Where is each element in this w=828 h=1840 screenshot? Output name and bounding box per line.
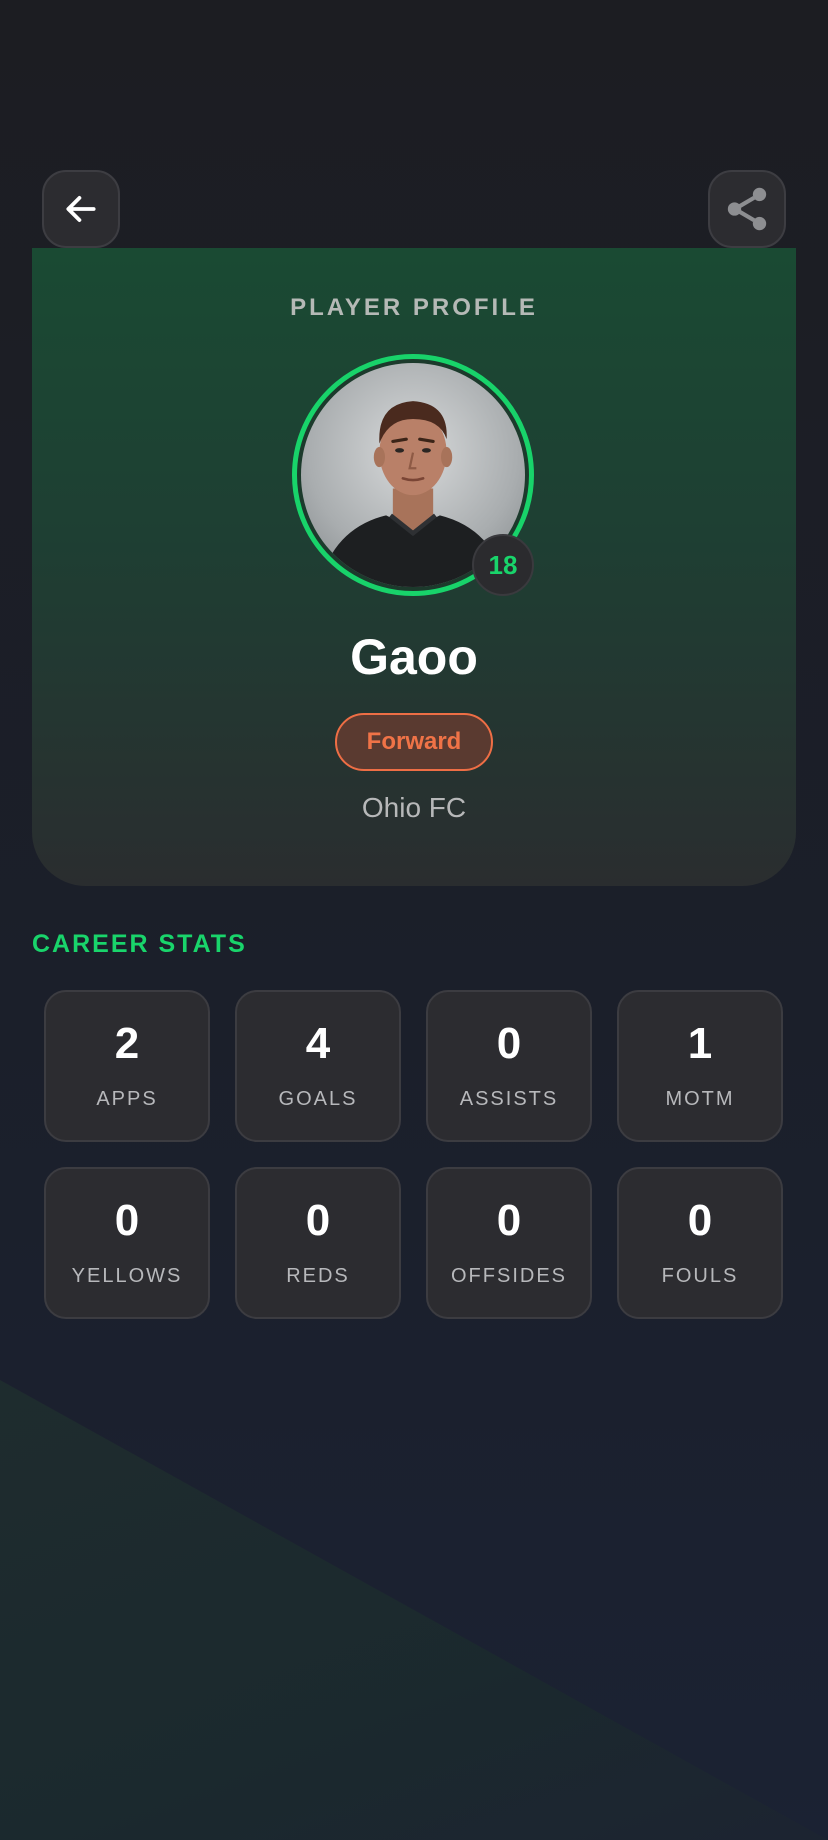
arrow-left-icon: [66, 196, 96, 222]
jersey-number-badge: 18: [472, 534, 534, 596]
stat-label: ASSISTS: [459, 1087, 559, 1110]
club-name: Ohio FC: [361, 792, 467, 823]
stat-label: MOTM: [665, 1087, 735, 1110]
stat-card-offsides: 0 OFFSIDES: [426, 1167, 592, 1319]
share-button[interactable]: [708, 170, 786, 248]
stat-card-assists: 0 ASSISTS: [426, 990, 592, 1142]
stat-value: 0: [305, 1195, 331, 1245]
profile-label: PLAYER PROFILE: [290, 294, 538, 321]
stat-value: 1: [687, 1018, 713, 1068]
stat-value: 0: [496, 1018, 522, 1068]
career-stats-title: CAREER STATS: [32, 930, 247, 958]
background-decoration: [0, 1380, 828, 1840]
stat-label: GOALS: [278, 1087, 358, 1110]
player-name: Gaoo: [350, 629, 478, 685]
position-badge: Forward: [335, 713, 493, 771]
stat-value: 0: [114, 1195, 140, 1245]
stat-card-motm: 1 MOTM: [617, 990, 783, 1142]
player-profile-card: PLAYER PROFILE 18 Gaoo Forward Ohio FC: [32, 248, 796, 886]
stat-card-goals: 4 GOALS: [235, 990, 401, 1142]
stat-value: 4: [305, 1018, 331, 1068]
stat-card-reds: 0 REDS: [235, 1167, 401, 1319]
stat-label: OFFSIDES: [450, 1264, 567, 1287]
stat-value: 0: [496, 1195, 522, 1245]
stat-card-apps: 2 APPS: [44, 990, 210, 1142]
back-button[interactable]: [42, 170, 120, 248]
stat-label: YELLOWS: [71, 1264, 183, 1287]
stat-card-fouls: 0 FOULS: [617, 1167, 783, 1319]
stat-label: FOULS: [661, 1264, 739, 1287]
stat-label: APPS: [96, 1087, 158, 1110]
stat-card-yellows: 0 YELLOWS: [44, 1167, 210, 1319]
stat-value: 0: [687, 1195, 713, 1245]
stat-value: 2: [114, 1018, 140, 1068]
share-icon: [727, 187, 767, 231]
stat-label: REDS: [286, 1264, 350, 1287]
career-stats-grid: 2 APPS 4 GOALS 0 ASSISTS 1 MOTM 0 YELLOW…: [44, 990, 784, 1319]
